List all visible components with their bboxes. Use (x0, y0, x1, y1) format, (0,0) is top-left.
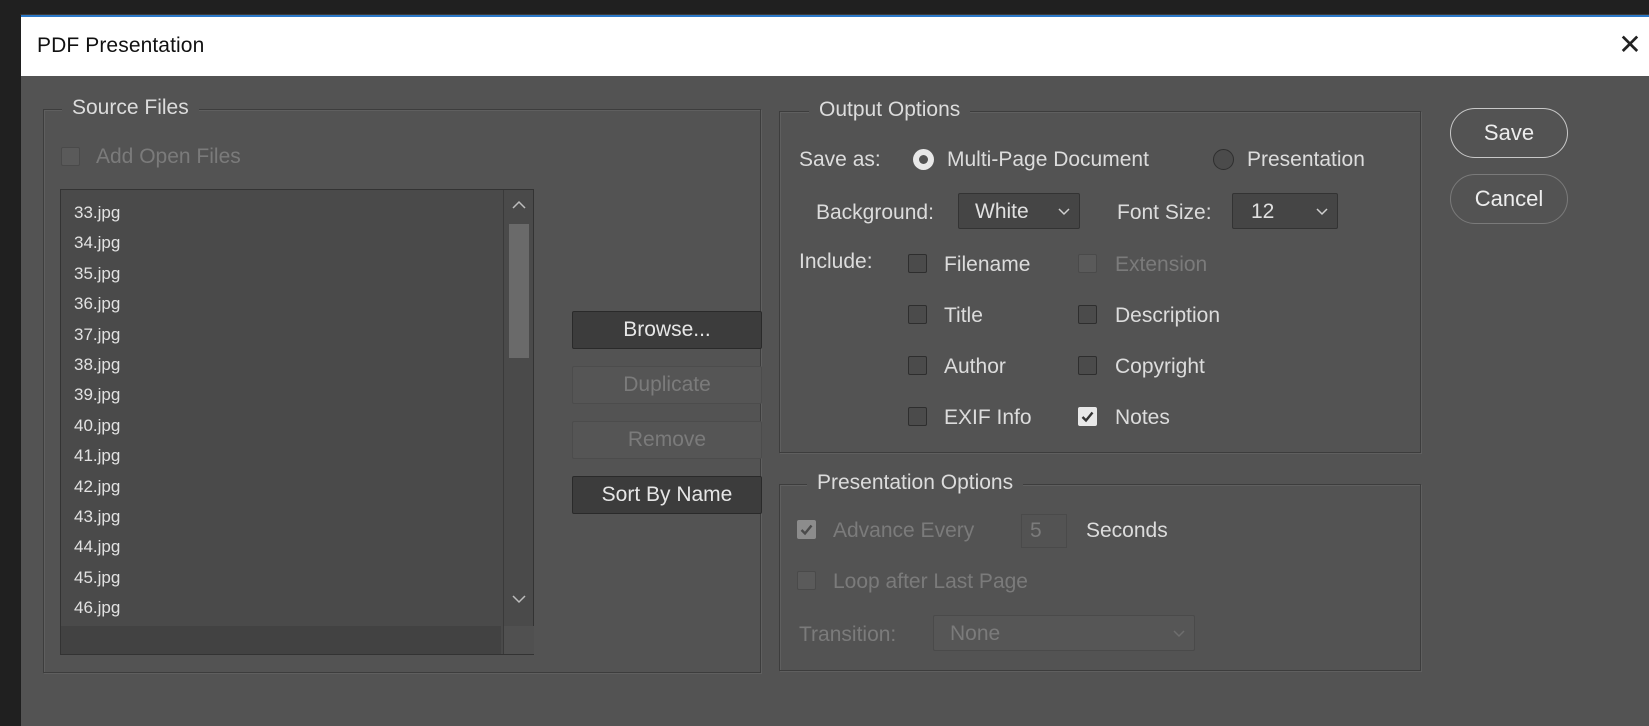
output-options-title: Output Options (809, 98, 971, 122)
chevron-up-icon[interactable] (511, 200, 527, 210)
description-checkbox[interactable] (1078, 305, 1097, 324)
seconds-label: Seconds (1086, 519, 1168, 542)
font-size-select[interactable]: 12 (1232, 193, 1338, 229)
chevron-down-icon (1316, 208, 1328, 216)
title-checkbox[interactable] (908, 305, 927, 324)
copyright-checkbox[interactable] (1078, 356, 1097, 375)
chevron-down-icon[interactable] (511, 594, 527, 604)
cancel-button[interactable]: Cancel (1450, 174, 1568, 224)
output-options-group: Output Options Save as: Multi-Page Docum… (779, 98, 1421, 453)
radio-presentation[interactable] (1213, 149, 1234, 170)
description-label: Description (1115, 304, 1221, 327)
add-open-files-checkbox[interactable] (61, 147, 80, 166)
presentation-options-title: Presentation Options (807, 471, 1024, 495)
list-item[interactable]: 37.jpg (61, 320, 501, 350)
remove-button[interactable]: Remove (572, 421, 762, 459)
loop-checkbox[interactable] (797, 571, 816, 590)
loop-label: Loop after Last Page (833, 570, 1028, 593)
advance-every-checkbox[interactable] (797, 520, 816, 539)
pdf-presentation-dialog: PDF Presentation ✕ Source Files Add Open… (20, 14, 1649, 726)
file-list-items: 33.jpg 34.jpg 35.jpg 36.jpg 37.jpg 38.jp… (61, 198, 501, 623)
filename-checkbox[interactable] (908, 254, 927, 273)
vertical-scrollbar[interactable] (503, 190, 534, 654)
multi-page-document-label: Multi-Page Document (947, 148, 1149, 171)
background-value: White (975, 200, 1029, 223)
save-button[interactable]: Save (1450, 108, 1568, 158)
sort-by-name-button[interactable]: Sort By Name (572, 476, 762, 514)
presentation-label: Presentation (1247, 148, 1365, 171)
source-files-group: Source Files Add Open Files 33.jpg 34.jp… (43, 96, 762, 673)
browse-button[interactable]: Browse... (572, 311, 762, 349)
chevron-down-icon (1173, 630, 1185, 638)
notes-label: Notes (1115, 406, 1170, 429)
horizontal-scrollbar[interactable] (61, 626, 501, 654)
title-bar: PDF Presentation ✕ (21, 15, 1649, 76)
list-item[interactable]: 45.jpg (61, 563, 501, 593)
list-item[interactable]: 34.jpg (61, 228, 501, 258)
transition-value: None (950, 622, 1001, 645)
exif-info-checkbox[interactable] (908, 407, 927, 426)
list-item[interactable]: 38.jpg (61, 350, 501, 380)
author-label: Author (944, 355, 1006, 378)
extension-label: Extension (1115, 253, 1208, 276)
transition-label: Transition: (799, 623, 897, 646)
list-item[interactable]: 42.jpg (61, 472, 501, 502)
dialog-title: PDF Presentation (37, 34, 205, 57)
background-select[interactable]: White (958, 193, 1080, 229)
list-item[interactable]: 33.jpg (61, 198, 501, 228)
extension-checkbox[interactable] (1078, 254, 1097, 273)
title-option-label: Title (944, 304, 983, 327)
notes-checkbox[interactable] (1078, 407, 1097, 426)
author-checkbox[interactable] (908, 356, 927, 375)
list-item[interactable]: 35.jpg (61, 259, 501, 289)
scrollbar-thumb[interactable] (509, 224, 529, 358)
background-label: Background: (816, 201, 934, 224)
list-item[interactable]: 40.jpg (61, 411, 501, 441)
presentation-options-group: Presentation Options Advance Every 5 Sec… (779, 471, 1421, 671)
list-item[interactable]: 44.jpg (61, 532, 501, 562)
add-open-files-label: Add Open Files (96, 145, 241, 168)
source-files-title: Source Files (62, 96, 199, 120)
filename-label: Filename (944, 253, 1031, 276)
list-item[interactable]: 43.jpg (61, 502, 501, 532)
checkmark-icon (1081, 411, 1094, 423)
advance-seconds-input[interactable]: 5 (1021, 514, 1067, 548)
duplicate-button[interactable]: Duplicate (572, 366, 762, 404)
close-icon[interactable]: ✕ (1610, 25, 1649, 65)
font-size-label: Font Size: (1117, 201, 1212, 224)
exif-info-label: EXIF Info (944, 406, 1032, 429)
list-item[interactable]: 41.jpg (61, 441, 501, 471)
list-item[interactable]: 39.jpg (61, 380, 501, 410)
list-item[interactable]: 36.jpg (61, 289, 501, 319)
chevron-down-icon (1058, 208, 1070, 216)
include-label: Include: (799, 250, 873, 273)
checkmark-icon (800, 524, 813, 536)
save-as-label: Save as: (799, 148, 881, 171)
radio-multi-page-document[interactable] (913, 149, 934, 170)
transition-select[interactable]: None (933, 615, 1195, 651)
scrollbar-corner (504, 626, 534, 654)
source-file-list[interactable]: 33.jpg 34.jpg 35.jpg 36.jpg 37.jpg 38.jp… (60, 189, 534, 655)
advance-every-label: Advance Every (833, 519, 975, 542)
copyright-label: Copyright (1115, 355, 1205, 378)
list-item[interactable]: 46.jpg (61, 593, 501, 623)
font-size-value: 12 (1251, 200, 1275, 223)
